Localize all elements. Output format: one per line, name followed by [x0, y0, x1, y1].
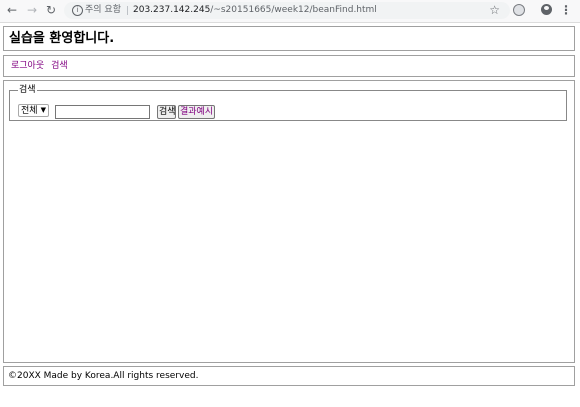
globe-icon[interactable]: [511, 2, 527, 18]
search-button[interactable]: 검색: [157, 105, 176, 119]
back-icon[interactable]: ←: [4, 2, 20, 18]
search-type-value: 전체: [21, 106, 38, 116]
search-input[interactable]: [55, 105, 150, 119]
address-separator: [127, 6, 128, 15]
nav-links: 로그아웃 검색: [11, 60, 75, 72]
security-label[interactable]: 주의 요함: [85, 3, 121, 18]
forward-icon[interactable]: →: [24, 2, 40, 18]
search-type-select[interactable]: 전체 ▼: [18, 104, 49, 117]
browser-toolbar: ← → ↻ i 주의 요함 203.237.142.245/~s20151665…: [0, 0, 580, 23]
page-footer: ©20XX Made by Korea.All rights reserved.: [3, 366, 575, 386]
account-icon[interactable]: [538, 2, 554, 18]
search-fieldset: 검색 전체 ▼ 검색 결과예시: [9, 85, 567, 121]
reload-icon[interactable]: ↻: [43, 2, 59, 18]
footer-text: ©20XX Made by Korea.All rights reserved.: [8, 371, 199, 381]
logout-link[interactable]: 로그아웃: [11, 61, 44, 71]
url-host: 203.237.142.245: [133, 5, 211, 15]
url-path: /~s20151665/week12/beanFind.html: [210, 5, 377, 15]
address-bar[interactable]: i 주의 요함 203.237.142.245/~s20151665/week1…: [64, 2, 510, 19]
search-link[interactable]: 검색: [51, 61, 68, 71]
page-header: 실습을 환영합니다.: [3, 26, 575, 51]
example-result-button[interactable]: 결과예시: [178, 105, 215, 119]
search-legend: 검색: [19, 85, 36, 95]
star-icon[interactable]: ☆: [489, 2, 500, 19]
page-title: 실습을 환영합니다.: [9, 31, 115, 46]
info-icon[interactable]: i: [72, 5, 83, 16]
kebab-menu-icon[interactable]: ⋮: [558, 2, 574, 18]
dropdown-arrow-icon: ▼: [40, 106, 46, 114]
main-content: 검색 전체 ▼ 검색 결과예시: [3, 80, 575, 363]
nav-bar: 로그아웃 검색: [3, 55, 575, 77]
url-text[interactable]: 203.237.142.245/~s20151665/week12/beanFi…: [133, 3, 377, 18]
